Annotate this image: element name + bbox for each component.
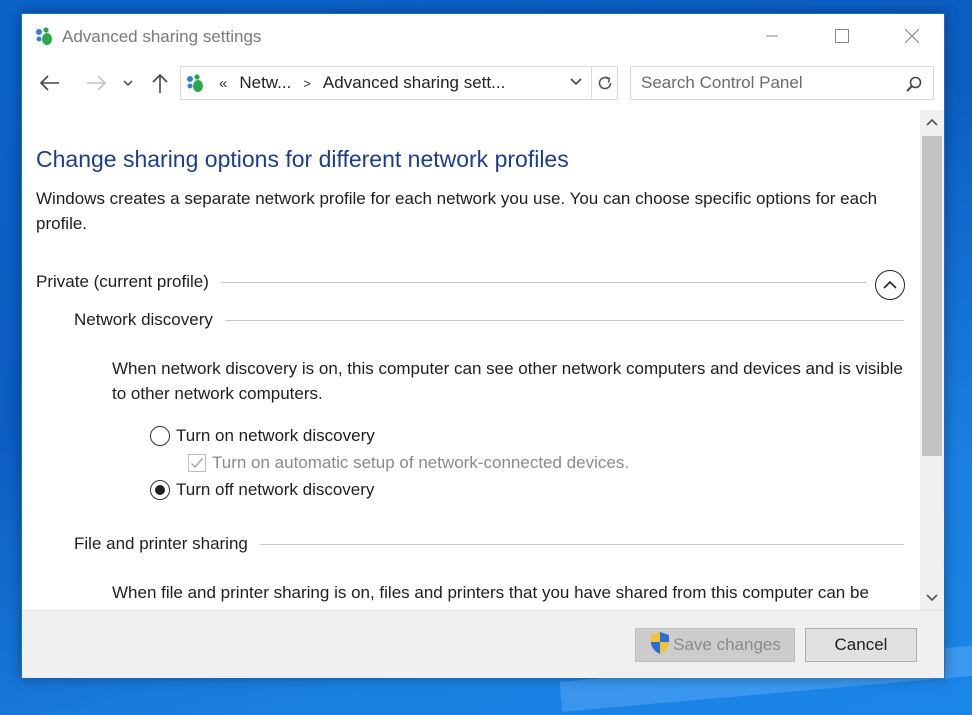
refresh-icon	[598, 76, 611, 90]
network-discovery-label: Network discovery	[74, 310, 213, 329]
advanced-sharing-window: Advanced sharing settings « Netw... > Ad…	[21, 13, 945, 678]
main-content: Change sharing options for different net…	[22, 110, 920, 610]
scrollbar-thumb[interactable]	[922, 136, 942, 456]
file-printer-divider	[259, 543, 904, 545]
maximize-icon	[835, 29, 849, 43]
network-discovery-header: Network discovery	[74, 310, 904, 330]
address-bar[interactable]: « Netw... > Advanced sharing sett...	[180, 66, 618, 100]
network-discovery-divider	[224, 319, 904, 321]
auto-setup-checkbox	[188, 454, 206, 472]
network-location-icon	[185, 73, 207, 93]
search-icon[interactable]	[905, 75, 923, 98]
save-changes-label: Save changes	[673, 635, 781, 654]
recent-locations-button[interactable]	[120, 68, 136, 98]
scroll-down-button[interactable]	[920, 586, 944, 610]
vertical-scrollbar[interactable]	[920, 110, 944, 610]
address-dropdown-button[interactable]	[569, 75, 583, 94]
scroll-up-button[interactable]	[920, 110, 944, 134]
arrow-left-icon	[39, 75, 59, 91]
up-button[interactable]	[148, 68, 172, 98]
turn-on-discovery-label[interactable]: Turn on network discovery	[176, 426, 375, 446]
turn-off-discovery-label[interactable]: Turn off network discovery	[176, 480, 374, 500]
search-input[interactable]	[641, 73, 891, 93]
chevron-down-icon	[570, 78, 582, 86]
auto-setup-label: Turn on automatic setup of network-conne…	[212, 453, 630, 472]
auto-setup-option: Turn on automatic setup of network-conne…	[188, 453, 629, 473]
chevron-down-icon	[123, 80, 133, 87]
back-button[interactable]	[36, 68, 64, 98]
title-bar: Advanced sharing settings	[22, 14, 944, 58]
save-changes-button[interactable]: Save changes	[635, 628, 795, 662]
checkmark-icon	[190, 458, 204, 469]
chevron-up-icon	[883, 280, 897, 289]
chevron-down-icon	[926, 594, 938, 602]
network-discovery-description: When network discovery is on, this compu…	[112, 359, 903, 403]
collapse-profile-button[interactable]	[875, 270, 905, 300]
profile-label: Private (current profile)	[36, 272, 209, 291]
page-description: Windows creates a separate network profi…	[36, 189, 878, 233]
cancel-button[interactable]: Cancel	[805, 628, 917, 662]
profile-divider	[220, 281, 866, 283]
chevron-up-icon	[926, 118, 938, 126]
arrow-up-icon	[152, 73, 168, 93]
footer-bar: Save changes Cancel	[22, 610, 944, 678]
minimize-button[interactable]	[737, 14, 807, 58]
window-title: Advanced sharing settings	[62, 27, 262, 46]
refresh-button[interactable]	[591, 67, 617, 99]
breadcrumb-network[interactable]: Netw...	[239, 73, 291, 93]
turn-off-discovery-option[interactable]: Turn off network discovery	[150, 480, 374, 500]
search-box[interactable]	[630, 66, 934, 100]
arrow-right-icon	[87, 75, 107, 91]
close-button[interactable]	[877, 14, 947, 58]
turn-on-discovery-option[interactable]: Turn on network discovery	[150, 426, 375, 446]
page-title: Change sharing options for different net…	[36, 146, 569, 172]
radio-selected-dot	[155, 485, 165, 495]
maximize-button[interactable]	[807, 14, 877, 58]
navigation-bar: « Netw... > Advanced sharing sett...	[22, 64, 944, 102]
file-printer-description: When file and printer sharing is on, fil…	[112, 583, 869, 610]
file-printer-header: File and printer sharing	[74, 534, 904, 554]
profile-header: Private (current profile)	[36, 272, 866, 292]
breadcrumb-overflow[interactable]: «	[219, 75, 227, 92]
file-printer-label: File and printer sharing	[74, 534, 248, 553]
turn-on-discovery-radio[interactable]	[150, 426, 170, 446]
turn-off-discovery-radio[interactable]	[150, 480, 170, 500]
uac-shield-icon	[649, 631, 671, 660]
breadcrumb-separator[interactable]: >	[303, 76, 311, 91]
forward-button[interactable]	[82, 68, 110, 98]
network-app-icon	[34, 26, 56, 46]
minimize-icon	[766, 35, 778, 37]
close-icon	[904, 28, 920, 44]
breadcrumb-advanced-sharing[interactable]: Advanced sharing sett...	[323, 73, 505, 93]
